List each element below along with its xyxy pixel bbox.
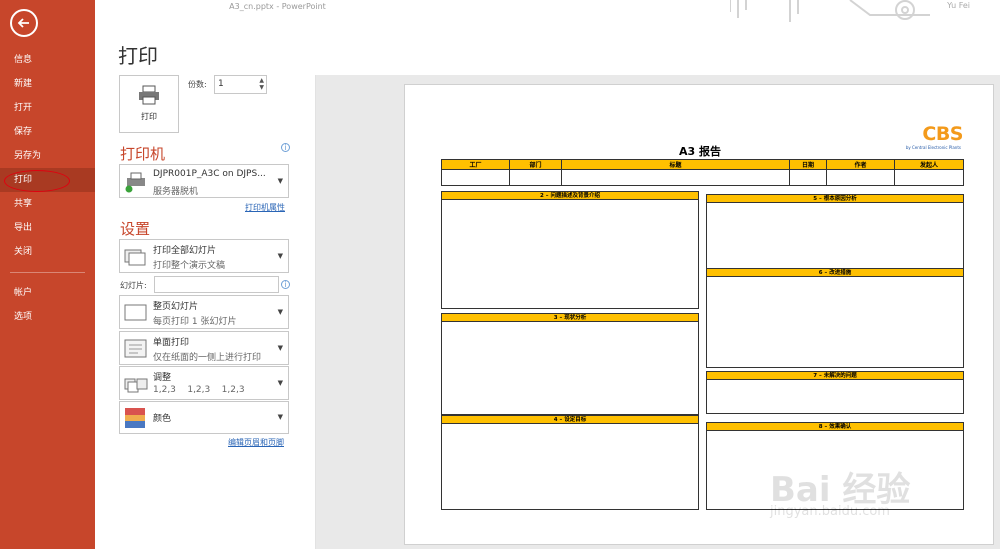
section-box: 6 – 改进措施 [706,268,964,368]
slides-label: 幻灯片: [120,281,147,290]
printer-status-icon [125,172,145,193]
table-cell [509,169,562,186]
chevron-down-icon: ▼ [277,344,283,352]
printer-name: DJPR001P_A3C on DJPS... [153,169,266,179]
user-name[interactable]: Yu Fei [947,1,970,10]
nav-close[interactable]: 关闭 [0,240,95,264]
header-col-factory: 工厂 [441,159,510,170]
print-range-title: 打印全部幻灯片 [153,246,217,256]
header-col-sponsor: 发起人 [894,159,964,170]
arrow-left-icon [17,18,29,28]
backstage-sidebar: 信息 新建 打开 保存 另存为 打印 共享 导出 关闭 帐户 选项 [0,0,95,549]
print-range-dropdown[interactable]: 打印全部幻灯片 打印整个演示文稿 ▼ [119,239,289,273]
backstage-nav: 信息 新建 打开 保存 另存为 打印 共享 导出 关闭 帐户 选项 [0,48,95,329]
nav-print[interactable]: 打印 [0,168,95,192]
info-icon[interactable]: i [281,143,290,152]
section-header: 7 – 未解决的问题 [707,372,963,380]
header-col-date: 日期 [789,159,827,170]
chevron-down-icon: ▼ [277,252,283,260]
page-title: 打印 [118,44,158,68]
printer-icon [139,85,159,105]
title-separator: - [273,2,282,11]
full-page-slide-icon [124,304,147,321]
nav-print-label: 打印 [14,175,33,185]
layout-dropdown[interactable]: 整页幻灯片 每页打印 1 张幻灯片 ▼ [119,295,289,329]
header-col-dept: 部门 [509,159,562,170]
section-header: 2 – 问题描述及背景介绍 [442,192,698,200]
edit-header-footer-link[interactable]: 编辑页眉和页脚 [228,437,284,448]
file-name: A3_cn.pptx [229,2,274,11]
nav-save[interactable]: 保存 [0,120,95,144]
table-cell [789,169,827,186]
chevron-down-icon: ▼ [277,413,283,421]
printer-heading: 打印机 [120,145,166,163]
slides-stack-icon [124,249,146,266]
nav-open[interactable]: 打开 [0,96,95,120]
section-header: 3 – 现状分析 [442,314,698,322]
section-header: 5 – 根本原因分析 [707,195,963,203]
table-cell [561,169,790,186]
layout-title: 整页幻灯片 [153,302,199,312]
collate-dropdown[interactable]: 调整 1,2,3 1,2,3 1,2,3 ▼ [119,366,289,400]
title-decoration-icon [730,0,930,22]
nav-new[interactable]: 新建 [0,72,95,96]
nav-save-as[interactable]: 另存为 [0,144,95,168]
table-cell [826,169,895,186]
nav-divider [10,272,85,273]
watermark-url: jingyan.baidu.com [770,504,890,519]
section-box: 4 – 设定目标 [441,415,699,510]
table-cell [441,169,510,186]
cbs-logo-sub: by Central Electronic Plants [905,145,961,150]
sides-sub: 仅在纸面的一侧上进行打印 [153,353,262,363]
print-button[interactable]: 打印 [119,75,179,133]
section-header: 4 – 设定目标 [442,416,698,424]
color-dropdown[interactable]: 颜色 ▼ [119,401,289,434]
chevron-down-icon: ▼ [277,177,283,185]
header-col-author: 作者 [826,159,895,170]
sides-dropdown[interactable]: 单面打印 仅在纸面的一侧上进行打印 ▼ [119,331,289,365]
copies-value: 1 [218,79,224,89]
color-palette-icon [125,408,145,428]
printer-status: 服务器脱机 [153,187,199,197]
copies-spinner[interactable]: ▲ ▼ [259,77,264,91]
collate-icon [124,378,148,393]
copies-input[interactable]: 1 ▲ ▼ [214,75,267,94]
sides-title: 单面打印 [153,338,190,348]
table-cell [894,169,964,186]
nav-options[interactable]: 选项 [0,305,95,329]
printer-properties-link[interactable]: 打印机属性 [245,202,285,213]
slide-header-table: 工厂 部门 标题 日期 作者 发起人 [441,159,964,186]
section-box: 3 – 现状分析 [441,313,699,415]
back-button[interactable] [10,9,38,37]
nav-info[interactable]: 信息 [0,48,95,72]
nav-share[interactable]: 共享 [0,192,95,216]
chevron-down-icon: ▼ [277,308,283,316]
collate-title: 调整 [153,373,172,383]
nav-account[interactable]: 帐户 [0,281,95,305]
info-icon[interactable]: i [281,280,290,289]
section-box: 5 – 根本原因分析 [706,194,964,269]
print-button-label: 打印 [141,112,157,121]
cbs-logo: CBS [922,123,963,145]
section-header: 6 – 改进措施 [707,269,963,277]
slides-input[interactable] [154,276,279,293]
chevron-down-icon: ▼ [277,379,283,387]
nav-export[interactable]: 导出 [0,216,95,240]
settings-heading: 设置 [120,220,151,238]
section-box: 7 – 未解决的问题 [706,371,964,414]
layout-sub: 每页打印 1 张幻灯片 [153,317,237,327]
section-box: 2 – 问题描述及背景介绍 [441,191,699,309]
color-title: 颜色 [153,414,172,424]
collate-sub: 1,2,3 1,2,3 1,2,3 [153,385,245,395]
printer-dropdown[interactable]: DJPR001P_A3C on DJPS... 服务器脱机 ▼ [119,164,289,198]
print-range-sub: 打印整个演示文稿 [153,261,226,271]
header-col-title: 标题 [561,159,790,170]
copies-label: 份数: [188,80,207,89]
one-sided-print-icon [124,339,147,358]
app-name: PowerPoint [281,2,326,11]
section-header: 8 – 效果确认 [707,423,963,431]
